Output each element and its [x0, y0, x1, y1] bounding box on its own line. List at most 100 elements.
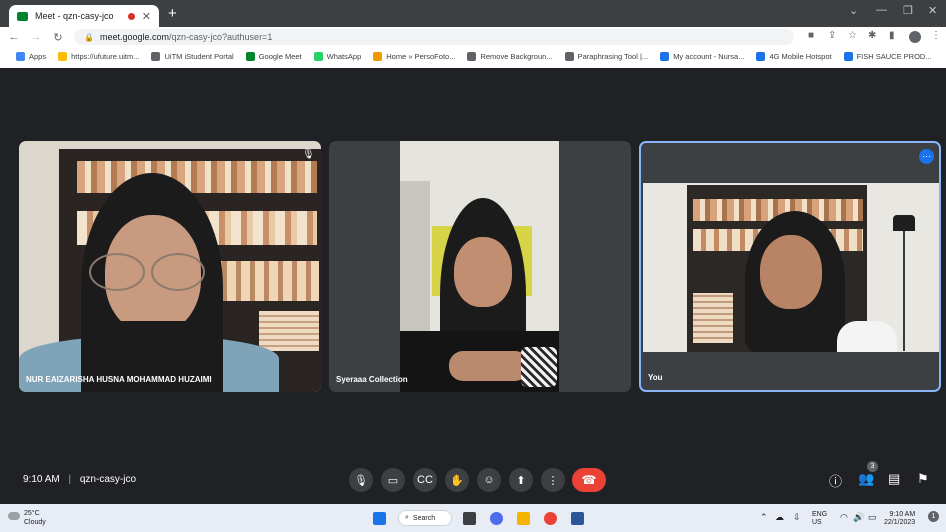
leave-call-button[interactable]: ☎: [572, 468, 606, 492]
new-tab-button[interactable]: +: [168, 5, 177, 22]
side-panel-icon[interactable]: ▮: [889, 30, 895, 41]
bookmark-label: My account - Nursa...: [673, 52, 745, 61]
bookmark-favicon-icon: [564, 52, 574, 61]
bookmark-favicon-icon: [756, 52, 766, 61]
meet-favicon-icon: [17, 11, 28, 21]
url-host: meet.google.com: [99, 32, 170, 42]
bookmark-item[interactable]: WhatsApp: [313, 52, 361, 61]
bookmark-favicon-icon: [843, 52, 853, 61]
extensions-icon[interactable]: ✱: [868, 30, 876, 41]
bookmark-item[interactable]: Home » PersoFoto...: [373, 52, 455, 61]
maximize-button[interactable]: ❐: [903, 4, 913, 17]
bookmark-item[interactable]: https://ufuture.uitm...: [58, 52, 139, 61]
back-icon[interactable]: ←: [6, 31, 22, 43]
recording-dot-icon: [127, 12, 135, 20]
bookmark-label: Home » PersoFoto...: [386, 52, 456, 61]
tab-strip: Meet - qzn-casy-jco ✕ + ⌄ — ❐ ✕: [0, 0, 946, 27]
participant-name: NUR EAIZARISHA HUSNA MOHAMMAD HUZAIMI: [26, 375, 212, 384]
raise-hand-button[interactable]: ✋: [445, 468, 469, 492]
bookmark-label: Apps: [29, 52, 47, 61]
bookmark-item[interactable]: Paraphrasing Tool |...: [564, 52, 649, 61]
bookmark-label: Google Meet: [258, 52, 302, 61]
bookmark-label: 4G Mobile Hotspot: [769, 52, 832, 61]
participant-tile-2[interactable]: Syeraaa Collection: [329, 141, 631, 392]
meeting-details-icon[interactable]: ⓘ: [829, 471, 842, 490]
usb-icon[interactable]: ⇩: [793, 513, 801, 522]
meeting-controls-bar: 9:10 AM | qzn-casy-jco 🎙 ▭ CC ✋ ☺ ⬆ ⋮ ☎ …: [0, 458, 946, 500]
close-window-button[interactable]: ✕: [928, 4, 937, 17]
weather-cloud-icon: [8, 512, 20, 520]
participant-tile-1[interactable]: 🎙 NUR EAIZARISHA HUSNA MOHAMMAD HUZAIMI: [19, 141, 321, 392]
more-options-icon[interactable]: ⋯: [919, 149, 934, 164]
bookmark-favicon-icon: [660, 52, 670, 61]
chat-app-icon[interactable]: [490, 512, 503, 525]
bookmark-item[interactable]: Remove Backgroun...: [467, 52, 553, 61]
bookmark-label: https://ufuture.uitm...: [71, 52, 140, 61]
camera-icon: ▭: [387, 474, 399, 487]
patterned-fabric: [521, 347, 557, 387]
activities-icon[interactable]: ⚑: [917, 471, 929, 487]
glasses-left: [89, 253, 145, 291]
chrome-icon[interactable]: [544, 512, 557, 525]
share-icon[interactable]: ⇪: [828, 30, 836, 41]
clock[interactable]: 9:10 AM 22/1/2023: [884, 511, 915, 527]
camera-icon[interactable]: ■: [808, 30, 814, 41]
participant-tile-self[interactable]: ⋯ You: [639, 141, 941, 392]
address-row: ← → ↻ 🔒 meet.google.com/qzn-casy-jco?aut…: [0, 27, 946, 47]
url-path: /qzn-casy-jco?authuser=1: [169, 32, 273, 42]
reload-icon[interactable]: ↻: [50, 31, 66, 44]
kebab-icon: ⋮: [547, 474, 559, 487]
bookmark-item[interactable]: FISH SAUCE PROD...: [843, 52, 932, 61]
battery-icon[interactable]: ▭: [868, 513, 877, 522]
reactions-button[interactable]: ☺: [477, 468, 501, 492]
browser-tab[interactable]: Meet - qzn-casy-jco ✕: [9, 5, 159, 27]
participant-hands: [449, 351, 529, 381]
minimize-button[interactable]: —: [876, 4, 887, 16]
present-button[interactable]: ⬆: [509, 468, 533, 492]
taskbar-search[interactable]: ⌕ Search: [398, 510, 452, 526]
chat-icon[interactable]: ▤: [888, 471, 900, 487]
bookmark-favicon-icon: [151, 52, 161, 61]
task-view-icon[interactable]: [463, 512, 476, 525]
bookmark-favicon-icon: [245, 52, 255, 61]
microphone-button[interactable]: 🎙: [349, 468, 373, 492]
captions-button[interactable]: CC: [413, 468, 437, 492]
profile-avatar[interactable]: [909, 31, 921, 43]
weather-widget[interactable]: 25°C Cloudy: [24, 509, 46, 527]
language-indicator[interactable]: ENG US: [812, 511, 827, 527]
bookmarks-bar: Apps https://ufuture.uitm... UiTM iStudent…: [0, 47, 946, 66]
onedrive-icon[interactable]: ☁: [775, 513, 784, 522]
phone-hangup-icon: ☎: [581, 473, 597, 487]
bookmark-item[interactable]: Apps: [16, 52, 46, 61]
people-icon[interactable]: 👥: [858, 471, 874, 487]
close-tab-icon[interactable]: ✕: [142, 10, 151, 23]
tab-search-icon[interactable]: ⌄: [849, 4, 858, 17]
word-icon[interactable]: [571, 512, 584, 525]
bookmark-favicon-icon: [467, 52, 477, 61]
bookmark-item[interactable]: Google Meet: [245, 52, 302, 61]
more-options-button[interactable]: ⋮: [541, 468, 565, 492]
forward-icon[interactable]: →: [28, 31, 44, 43]
glasses-right: [151, 253, 205, 291]
volume-icon[interactable]: 🔊: [853, 513, 864, 522]
file-explorer-icon[interactable]: [517, 512, 530, 525]
menu-kebab-icon[interactable]: ⋮: [931, 30, 941, 41]
windows-taskbar: 25°C Cloudy ⌕ Search ⌃ ☁ ⇩ ENG US ◠ 🔊 ▭ …: [0, 504, 946, 532]
address-bar[interactable]: 🔒 meet.google.com/qzn-casy-jco?authuser=…: [74, 29, 794, 45]
bookmark-item[interactable]: UiTM iStudent Portal: [151, 52, 234, 61]
tray-overflow-icon[interactable]: ⌃: [760, 513, 768, 522]
camera-button[interactable]: ▭: [381, 468, 405, 492]
bookmark-star-icon[interactable]: ☆: [848, 30, 857, 41]
bookmark-item[interactable]: 4G Mobile Hotspot: [756, 52, 832, 61]
books-row: [77, 161, 317, 193]
windows-start-icon[interactable]: [373, 512, 386, 525]
wifi-icon[interactable]: ◠: [840, 513, 848, 522]
bookmark-item[interactable]: My account - Nursa...: [660, 52, 744, 61]
participant-face: [760, 235, 822, 309]
meeting-info: 9:10 AM | qzn-casy-jco: [23, 474, 136, 485]
meeting-code[interactable]: qzn-casy-jco: [80, 474, 136, 485]
meeting-time: 9:10 AM: [23, 474, 60, 485]
browser-chrome: Meet - qzn-casy-jco ✕ + ⌄ — ❐ ✕ ← → ↻ 🔒 …: [0, 0, 946, 68]
notification-icon[interactable]: 1: [928, 511, 939, 522]
bookmark-label: Paraphrasing Tool |...: [577, 52, 649, 61]
